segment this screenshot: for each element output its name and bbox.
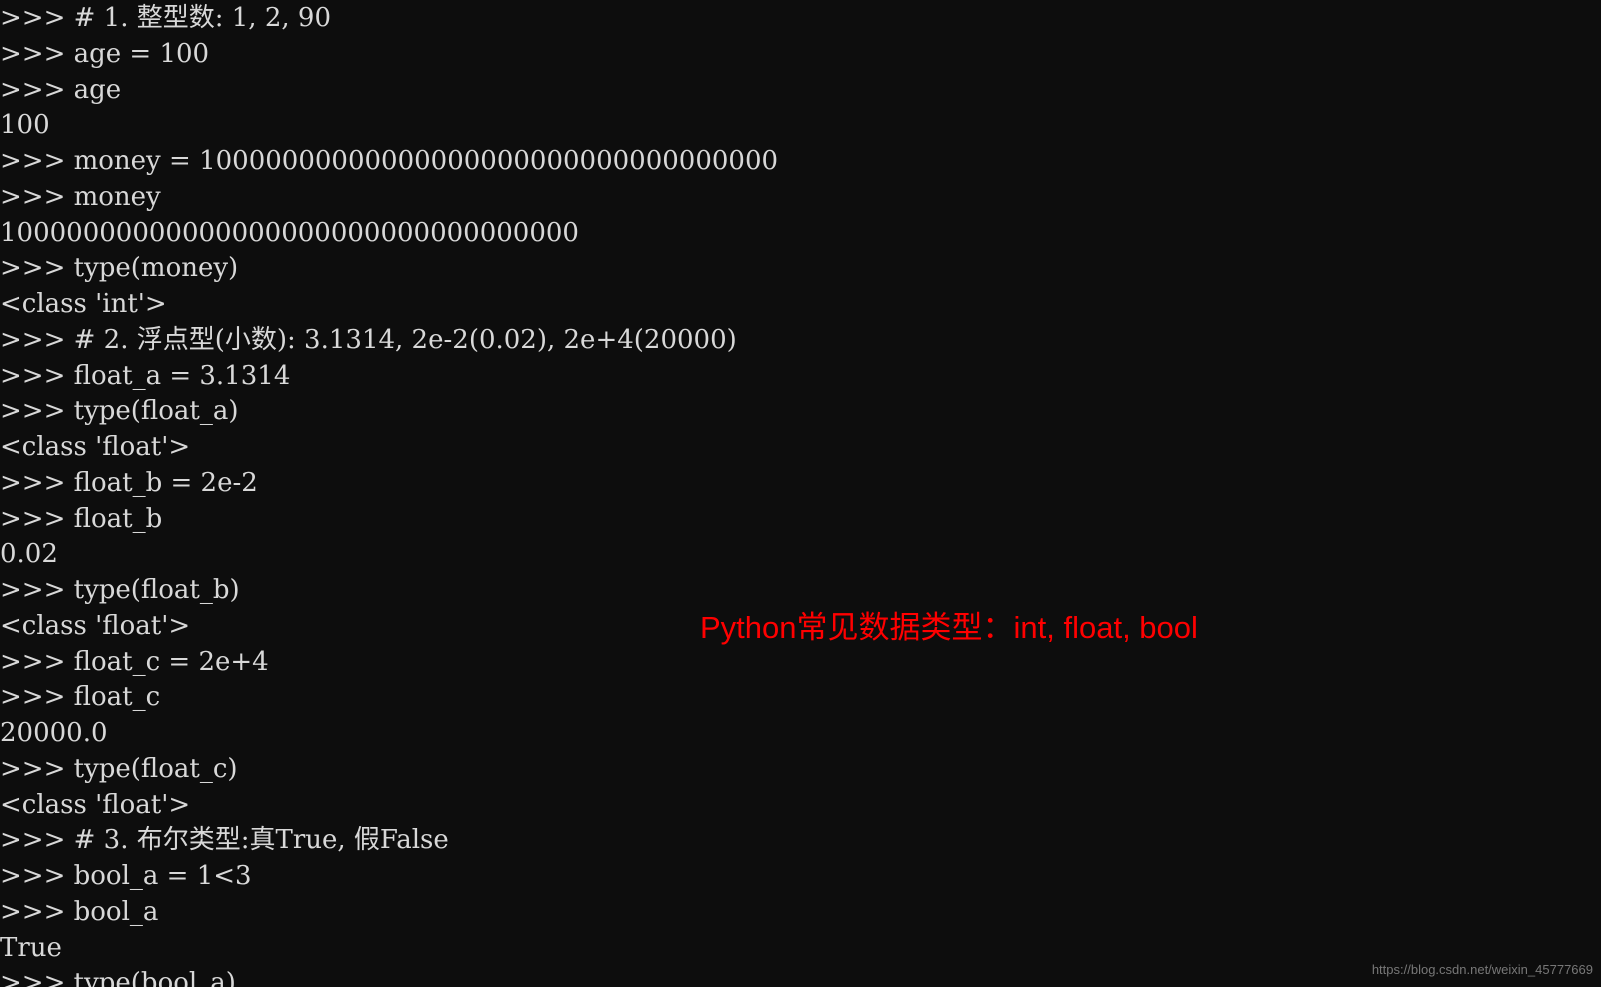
terminal-line: >>> float_b — [0, 503, 163, 534]
terminal-line: True — [0, 932, 62, 963]
terminal-line: >>> type(money) — [0, 253, 239, 284]
terminal-line: >>> type(float_c) — [0, 753, 238, 784]
terminal-line: >>> float_b = 2e-2 — [0, 467, 258, 498]
terminal-line: 100 — [0, 110, 50, 141]
terminal-line: >>> age — [0, 74, 122, 105]
terminal-line: >>> type(float_b) — [0, 575, 240, 605]
terminal-line: >>> age = 100 — [0, 38, 210, 69]
terminal-line: <class 'int'> — [0, 289, 167, 319]
terminal-screen: >>> # 1. 整型数: 1, 2, 90 >>> age = 100 >>>… — [0, 0, 1601, 987]
terminal-line: >>> # 3. 布尔类型:真True, 假False — [0, 825, 449, 856]
watermark-text: https://blog.csdn.net/weixin_45777669 — [1371, 962, 1593, 977]
terminal-output-area[interactable]: >>> # 1. 整型数: 1, 2, 90 >>> age = 100 >>>… — [0, 0, 1601, 987]
terminal-line: >>> bool_a — [0, 896, 159, 927]
terminal-line: 10000000000000000000000000000000000 — [0, 217, 579, 248]
terminal-line: >>> float_c — [0, 682, 161, 713]
terminal-line: 0.02 — [0, 539, 58, 570]
terminal-line: <class 'float'> — [0, 432, 191, 462]
terminal-line-current-prompt[interactable]: >>> type(bool_a) — [0, 966, 1601, 987]
terminal-line: >>> bool_a = 1<3 — [0, 861, 252, 891]
terminal-line: 20000.0 — [0, 718, 108, 748]
terminal-line: >>> type(float_a) — [0, 396, 239, 427]
terminal-line: >>> float_a = 3.1314 — [0, 360, 291, 391]
terminal-line: >>> # 1. 整型数: 1, 2, 90 — [0, 3, 331, 33]
terminal-line: >>> float_c = 2e+4 — [0, 646, 269, 677]
terminal-line: >>> # 2. 浮点型(小数): 3.1314, 2e-2(0.02), 2e… — [0, 324, 737, 355]
terminal-line: >>> money — [0, 181, 161, 212]
terminal-line: >>> money = 1000000000000000000000000000… — [0, 146, 779, 176]
annotation-label: Python常见数据类型：int, float, bool — [700, 610, 1198, 645]
terminal-line: <class 'float'> — [0, 789, 191, 820]
